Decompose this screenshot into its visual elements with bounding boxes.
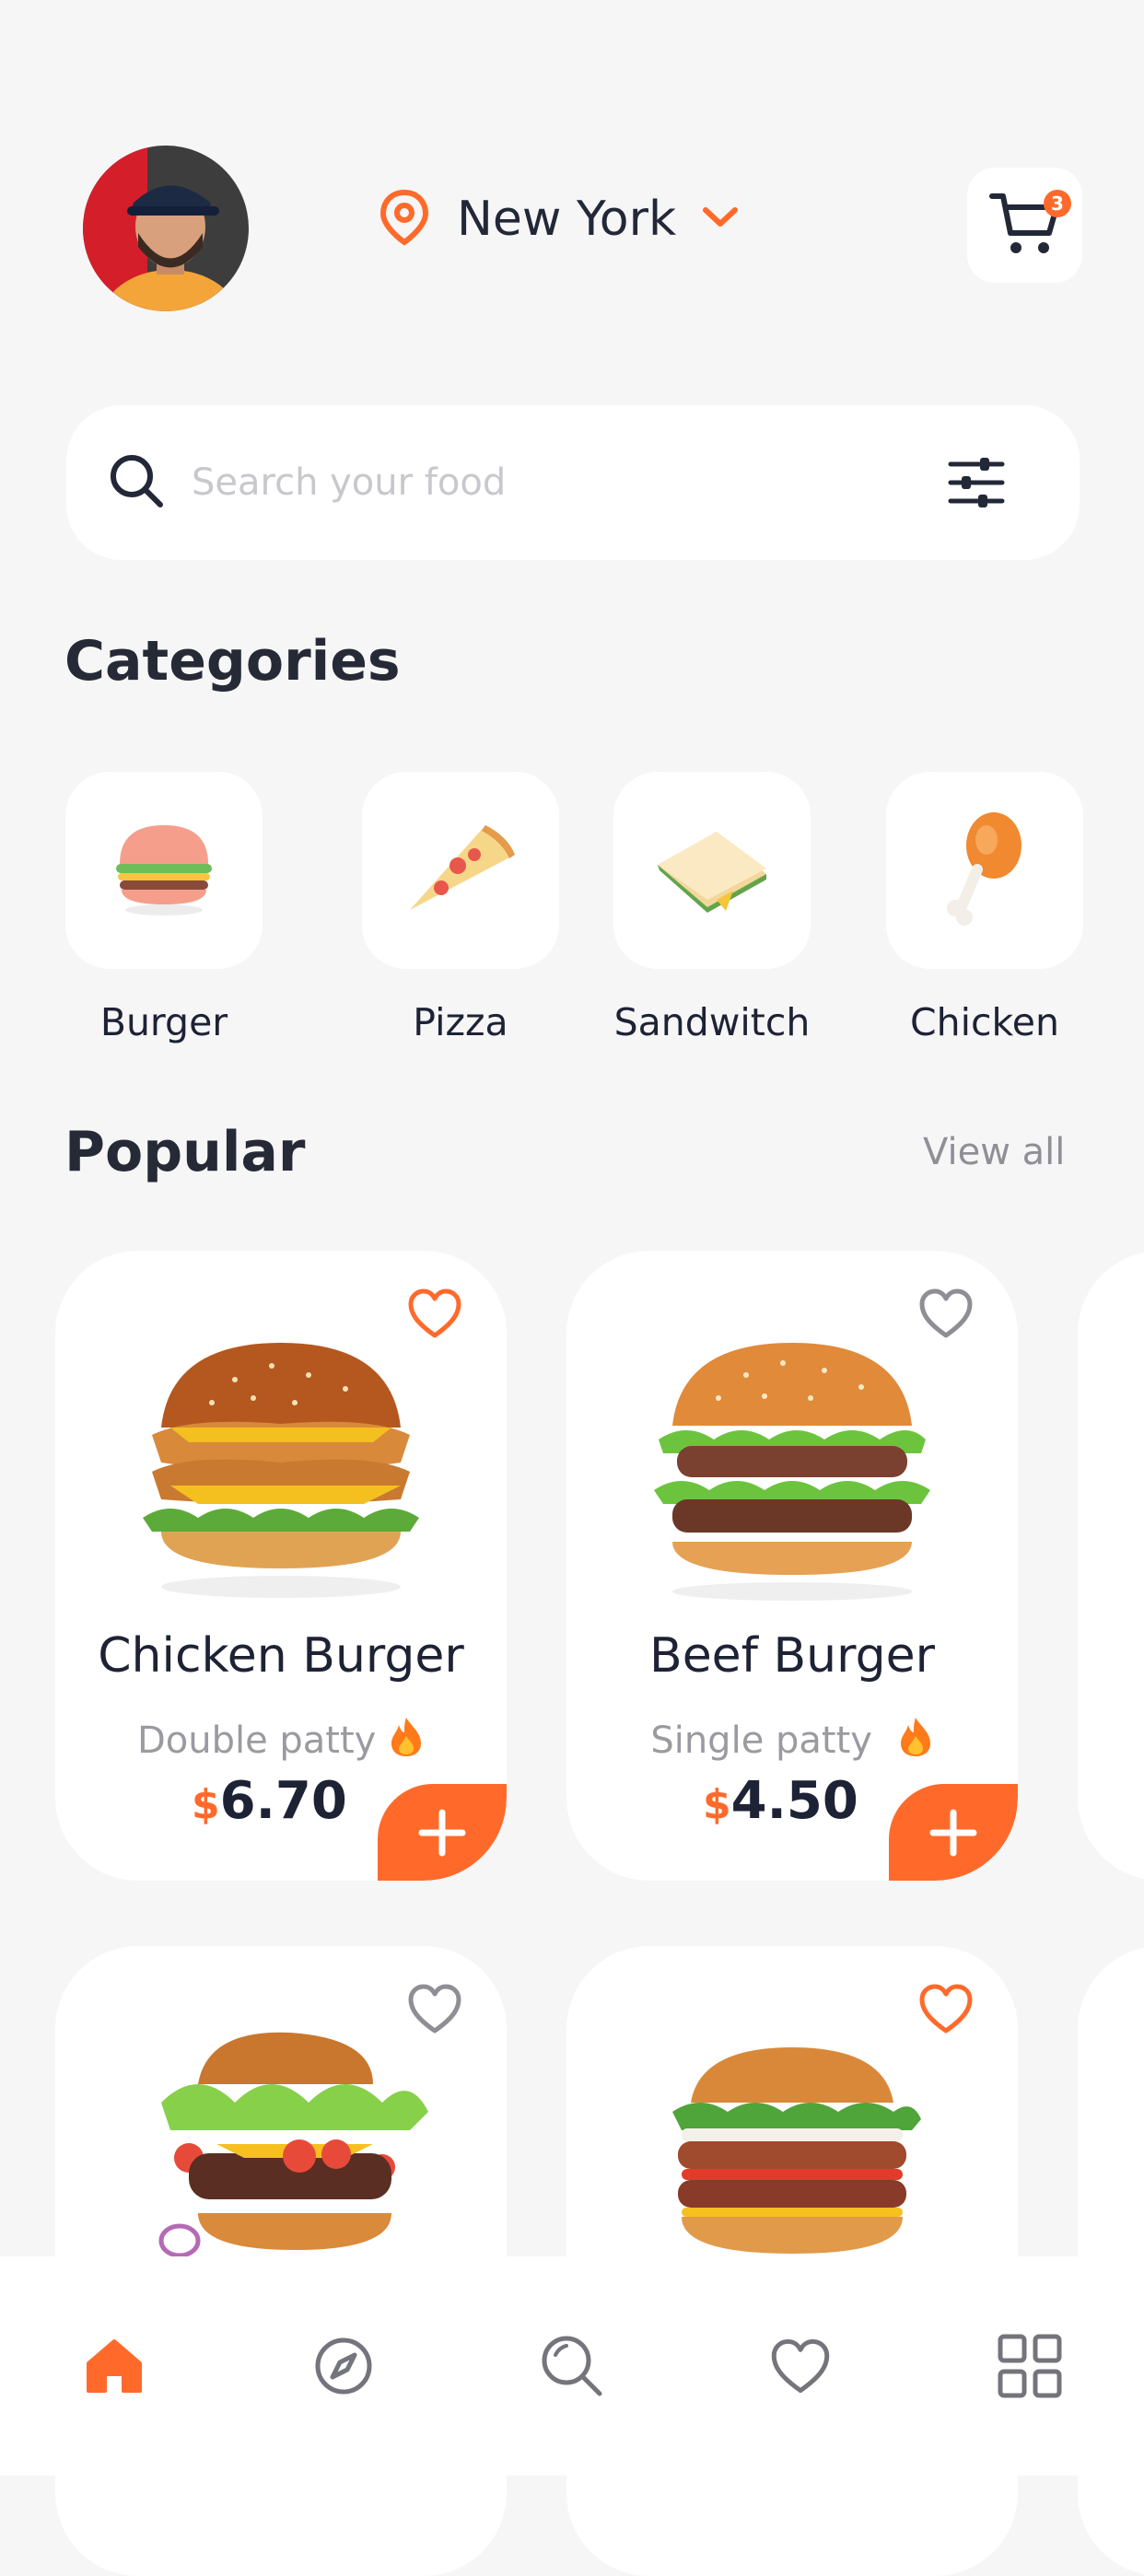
home-icon [87, 2339, 143, 2393]
search-icon [542, 2336, 602, 2396]
food-name: Beef Burger [649, 1628, 935, 1684]
food-subtitle: Single patty [566, 1716, 1018, 1762]
nav-favorites[interactable] [745, 2311, 856, 2421]
food-card[interactable]: Chicken Burger Double patty $6.70 [55, 1251, 507, 1881]
food-price: $4.50 [703, 1771, 858, 1831]
category-chicken[interactable]: Chicken [886, 772, 1083, 1044]
beef-burger-image [645, 1324, 940, 1604]
favorites-icon [772, 2338, 830, 2394]
avatar[interactable] [83, 146, 249, 311]
sandwich-icon [652, 822, 772, 918]
category-burger[interactable]: Burger [65, 772, 263, 1044]
food-price: $6.70 [192, 1771, 347, 1831]
explore-icon [315, 2337, 372, 2395]
food-name: Chicken Burger [98, 1628, 464, 1684]
plus-icon [418, 1809, 466, 1856]
food-subtitle: Double patty [55, 1716, 507, 1762]
view-all-link[interactable]: View all [923, 1131, 1065, 1173]
category-pizza[interactable]: Pizza [362, 772, 559, 1044]
categories-title: Categories [64, 629, 401, 694]
chevron-down-icon [702, 205, 739, 233]
chicken-leg-icon [939, 809, 1031, 932]
category-label: Chicken [909, 1000, 1060, 1044]
food-card-peek[interactable] [1078, 1251, 1144, 1881]
burger-image [134, 2029, 447, 2272]
burger-image [645, 2047, 940, 2272]
cart-count-badge: 3 [1044, 190, 1071, 217]
add-to-cart-button[interactable] [889, 1784, 1018, 1881]
menu-grid-icon [998, 2334, 1062, 2398]
cart-button[interactable]: 3 [967, 168, 1082, 283]
category-label: Sandwitch [613, 1000, 811, 1044]
plus-icon [929, 1809, 977, 1856]
category-sandwich[interactable]: Sandwitch [613, 772, 811, 1044]
popular-title: Popular [64, 1120, 306, 1184]
nav-menu[interactable] [975, 2311, 1085, 2421]
fire-icon [388, 1718, 425, 1762]
fire-icon [884, 1718, 934, 1762]
search-icon [107, 451, 166, 514]
location-pin-icon [378, 189, 431, 250]
category-label: Pizza [413, 1000, 508, 1044]
search-bar [66, 405, 1080, 560]
filter-icon[interactable] [947, 455, 1006, 514]
location-city: New York [457, 192, 677, 247]
add-to-cart-button[interactable] [378, 1784, 507, 1881]
heart-icon[interactable] [918, 1983, 974, 2038]
chicken-burger-image [134, 1324, 428, 1604]
bottom-nav [0, 2256, 1144, 2476]
nav-search[interactable] [517, 2311, 627, 2421]
nav-explore[interactable] [288, 2311, 399, 2421]
nav-home[interactable] [59, 2311, 169, 2421]
category-label: Burger [99, 1000, 228, 1044]
pizza-icon [401, 818, 520, 923]
food-card[interactable]: Beef Burger Single patty $4.50 [566, 1251, 1018, 1881]
search-input[interactable] [190, 460, 893, 505]
burger-icon [109, 818, 219, 923]
location-selector[interactable]: New York [378, 189, 739, 250]
